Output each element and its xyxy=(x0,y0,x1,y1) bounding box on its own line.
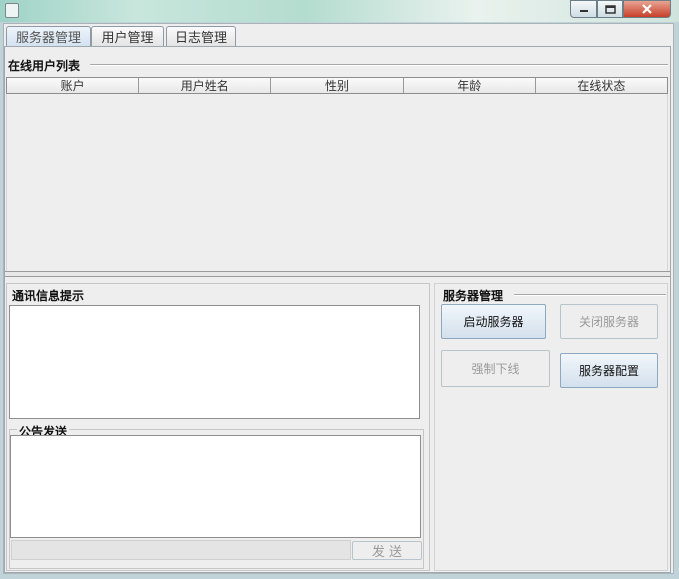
maximize-icon xyxy=(604,4,616,14)
comm-info-title: 通讯信息提示 xyxy=(12,289,85,303)
tab-label: 用户管理 xyxy=(101,31,154,46)
online-users-table-body[interactable] xyxy=(6,94,668,271)
split-pane-divider[interactable] xyxy=(5,271,670,277)
comm-info-textarea[interactable] xyxy=(9,305,420,419)
column-header-gender[interactable]: 性别 xyxy=(271,78,404,93)
tab-label: 日志管理 xyxy=(174,31,227,46)
maximize-button[interactable] xyxy=(597,0,623,18)
online-users-title: 在线用户列表 xyxy=(8,59,81,73)
server-config-button[interactable]: 服务器配置 xyxy=(560,353,658,388)
tab-server-management[interactable]: 服务器管理 xyxy=(6,26,91,46)
section-divider xyxy=(90,64,668,66)
app-icon xyxy=(5,3,19,18)
online-users-table-header: 账户 用户姓名 性别 年龄 在线状态 xyxy=(6,77,668,94)
column-header-age[interactable]: 年龄 xyxy=(403,78,536,93)
tab-user-management[interactable]: 用户管理 xyxy=(91,26,164,46)
column-header-online-status[interactable]: 在线状态 xyxy=(535,78,668,93)
column-header-username[interactable]: 用户姓名 xyxy=(139,78,272,93)
announce-textarea[interactable] xyxy=(10,435,421,538)
force-offline-button[interactable]: 强制下线 xyxy=(441,350,550,387)
minimize-button[interactable] xyxy=(570,0,597,18)
send-button[interactable]: 发 送 xyxy=(352,541,422,560)
close-button[interactable] xyxy=(623,0,671,18)
column-header-account[interactable]: 账户 xyxy=(7,78,140,93)
tab-log-management[interactable]: 日志管理 xyxy=(166,26,236,46)
start-server-button[interactable]: 启动服务器 xyxy=(441,304,546,339)
close-icon xyxy=(642,4,652,14)
stop-server-button[interactable]: 关闭服务器 xyxy=(560,304,658,339)
announce-status-bar xyxy=(11,540,351,560)
tab-label: 服务器管理 xyxy=(15,31,81,46)
minimize-icon xyxy=(579,10,588,12)
